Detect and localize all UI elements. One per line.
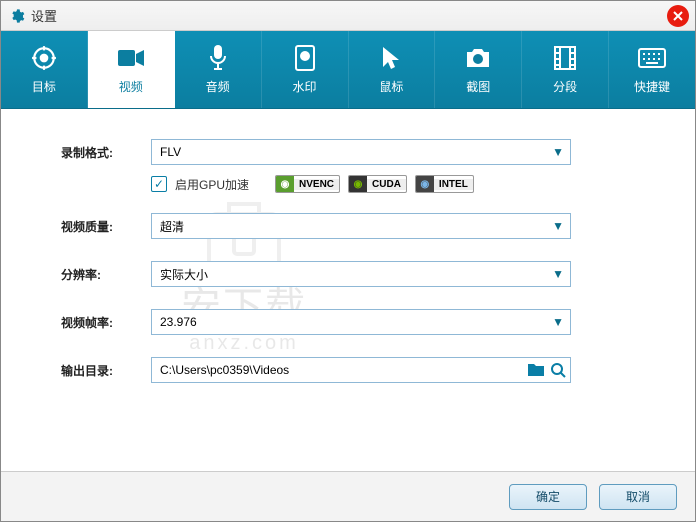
chevron-down-icon: ▼ — [552, 219, 564, 233]
video-icon — [117, 44, 145, 72]
tab-screenshot[interactable]: 截图 — [435, 31, 522, 108]
mic-icon — [204, 44, 232, 72]
format-label: 录制格式: — [61, 144, 151, 161]
film-icon — [551, 44, 579, 72]
tab-audio[interactable]: 音频 — [175, 31, 262, 108]
cursor-icon — [377, 44, 405, 72]
close-button[interactable] — [667, 5, 689, 27]
format-select[interactable]: FLV ▼ — [151, 139, 571, 165]
tab-segment[interactable]: 分段 — [522, 31, 609, 108]
fps-label: 视频帧率: — [61, 314, 151, 331]
tab-watermark[interactable]: 水印 — [262, 31, 349, 108]
tab-video[interactable]: 视频 — [88, 31, 175, 108]
quality-label: 视频质量: — [61, 218, 151, 235]
quality-select[interactable]: 超清 ▼ — [151, 213, 571, 239]
badge-cuda: ◉CUDA — [348, 175, 407, 193]
fps-select[interactable]: 23.976 ▼ — [151, 309, 571, 335]
chevron-down-icon: ▼ — [552, 267, 564, 281]
watermark-icon — [291, 44, 319, 72]
keyboard-icon — [638, 44, 666, 72]
resolution-label: 分辨率: — [61, 266, 151, 283]
tab-mouse[interactable]: 鼠标 — [349, 31, 436, 108]
footer: 确定 取消 — [1, 471, 695, 521]
camera-icon — [464, 44, 492, 72]
search-icon[interactable] — [550, 362, 566, 378]
tab-target[interactable]: 目标 — [1, 31, 88, 108]
resolution-select[interactable]: 实际大小 ▼ — [151, 261, 571, 287]
cancel-button[interactable]: 取消 — [599, 484, 677, 510]
gear-icon — [9, 8, 25, 24]
badge-nvenc: ◉NVENC — [275, 175, 340, 193]
window-title: 设置 — [31, 6, 57, 25]
chevron-down-icon: ▼ — [552, 145, 564, 159]
output-path[interactable]: C:\Users\pc0359\Videos — [151, 357, 571, 383]
titlebar: 设置 — [1, 1, 695, 31]
tab-hotkey[interactable]: 快捷键 — [609, 31, 695, 108]
tabs: 目标 视频 音频 水印 鼠标 截图 分段 快捷键 — [1, 31, 695, 109]
output-label: 输出目录: — [61, 362, 151, 379]
chevron-down-icon: ▼ — [552, 315, 564, 329]
ok-button[interactable]: 确定 — [509, 484, 587, 510]
content-panel: 安下载 anxz.com 录制格式: FLV ▼ ✓ 启用GPU加速 ◉NVEN… — [1, 109, 695, 471]
badge-intel: ◉INTEL — [415, 175, 474, 193]
gpu-label: 启用GPU加速 — [175, 176, 249, 193]
target-icon — [30, 44, 58, 72]
folder-icon[interactable] — [528, 362, 544, 378]
gpu-checkbox[interactable]: ✓ — [151, 176, 167, 192]
